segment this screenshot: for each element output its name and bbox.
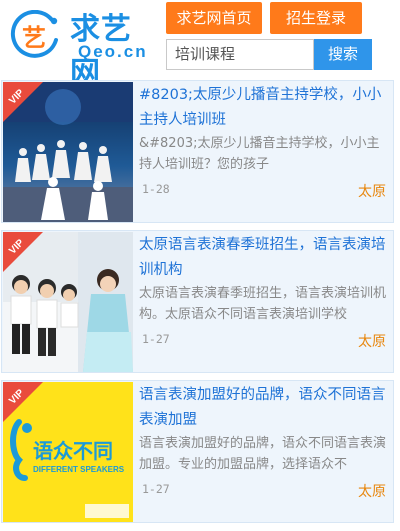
- svg-text:艺: 艺: [22, 24, 46, 52]
- vip-badge-icon: VIP: [3, 232, 43, 272]
- item-date: 1-28: [142, 182, 170, 196]
- item-city: 太原: [358, 184, 386, 200]
- vip-badge-icon: VIP: [3, 82, 43, 122]
- svg-text:语众不同: 语众不同: [33, 439, 113, 463]
- item-title[interactable]: 太原语言表演春季班招生，语言表演培训机构: [139, 233, 391, 283]
- item-description: 语言表演加盟好的品牌，语众不同语言表演加盟。专业的加盟品牌，选择语众不: [139, 436, 387, 472]
- item-city: 太原: [358, 484, 386, 500]
- item-city: 太原: [358, 334, 386, 350]
- search-input[interactable]: 培训课程: [166, 39, 314, 70]
- search-button[interactable]: 搜索: [314, 39, 372, 70]
- site-header: 艺 求艺网 Qeo.cn 求艺网首页 招生登录 培训课程 搜索: [0, 0, 400, 91]
- svg-text:DIFFERENT SPEAKERS: DIFFERENT SPEAKERS: [33, 465, 125, 474]
- vip-badge-icon: VIP: [3, 382, 43, 422]
- nav-login-button[interactable]: 招生登录: [270, 2, 362, 34]
- nav-home-button[interactable]: 求艺网首页: [166, 2, 262, 34]
- item-title[interactable]: #8203;太原少儿播音主持学校，小小主持人培训班: [139, 83, 391, 133]
- item-description: &#8203;太原少儿播音主持学校，小小主持人培训班？您的孩子: [139, 136, 380, 172]
- list-item[interactable]: 语众不同 DIFFERENT SPEAKERS VIP 语言表演加盟好的品牌，语…: [1, 380, 394, 523]
- item-date: 1-27: [142, 482, 170, 496]
- item-date: 1-27: [142, 332, 170, 346]
- site-logo[interactable]: 艺 求艺网 Qeo.cn: [8, 2, 158, 91]
- item-thumbnail[interactable]: VIP: [3, 232, 133, 372]
- item-thumbnail[interactable]: 语众不同 DIFFERENT SPEAKERS VIP: [3, 382, 133, 522]
- item-title[interactable]: 语言表演加盟好的品牌，语众不同语言表演加盟: [139, 383, 391, 433]
- item-thumbnail[interactable]: VIP: [3, 82, 133, 222]
- list-item[interactable]: VIP #8203;太原少儿播音主持学校，小小主持人培训班 &#8203;太原少…: [1, 80, 394, 223]
- logo-mark-icon: 艺: [10, 10, 58, 58]
- item-description: 太原语言表演春季班招生，语言表演培训机构。太原语众不同语言表演培训学校: [139, 286, 387, 322]
- logo-domain: Qeo.cn: [78, 42, 148, 61]
- list-item[interactable]: VIP 太原语言表演春季班招生，语言表演培训机构 太原语言表演春季班招生，语言表…: [1, 230, 394, 373]
